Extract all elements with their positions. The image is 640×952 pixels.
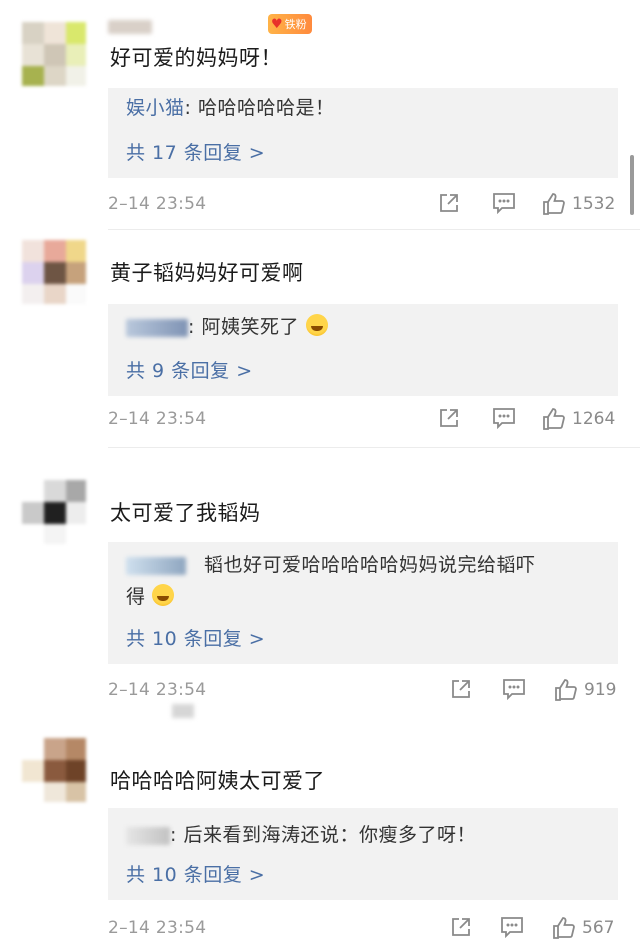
like-button[interactable]: 1264 <box>542 407 615 431</box>
avatar[interactable] <box>22 738 86 802</box>
like-count: 1532 <box>572 194 616 214</box>
timestamp: 2–14 23:54 <box>108 194 207 214</box>
comment-text: 好可爱的妈妈呀！ <box>110 46 282 70</box>
comment-meta: 2–14 23:54 1532 <box>108 190 620 220</box>
like-count: 567 <box>582 918 615 938</box>
reply-text: : 后来看到海涛还说：你瘦多了呀！ <box>170 824 476 846</box>
laughing-emoji-icon <box>305 314 328 336</box>
avatar[interactable] <box>22 240 86 304</box>
reply-line: 韬也好可爱哈哈哈哈哈妈妈说完给韬吓 <box>126 550 600 580</box>
share-icon <box>452 918 470 936</box>
like-button[interactable]: 1532 <box>542 192 615 216</box>
comment-icon <box>501 917 523 938</box>
reply-author-redacted[interactable] <box>126 556 186 575</box>
comment-text: 哈哈哈哈阿姨太可爱了 <box>110 769 325 793</box>
thumbs-up-icon <box>543 408 565 430</box>
comment-meta: 2–14 23:54 1264 <box>108 405 620 435</box>
reply-preview[interactable]: : 阿姨笑死了 共 9 条回复 > <box>108 304 618 396</box>
like-button[interactable]: 567 <box>552 916 614 940</box>
comment-item: 太可爱了我韬妈 韬也好可爱哈哈哈哈哈妈妈说完给韬吓 得 共 10 条回复 > 2… <box>0 448 640 720</box>
share-button[interactable] <box>450 916 472 938</box>
comment-button[interactable] <box>492 407 516 429</box>
timestamp: 2–14 23:54 <box>108 918 207 938</box>
reply-line: 娱小猫: 哈哈哈哈哈是！ <box>126 93 600 123</box>
share-button[interactable] <box>438 192 460 214</box>
timestamp: 2–14 23:54 <box>108 409 207 429</box>
comment-item: 黄子韬妈妈好可爱啊 : 阿姨笑死了 共 9 条回复 > 2–14 23:54 1… <box>0 230 640 448</box>
reply-text: : 哈哈哈哈哈是！ <box>184 97 335 119</box>
comment-button[interactable] <box>502 678 526 700</box>
laughing-emoji-icon <box>152 584 175 606</box>
reply-preview[interactable]: 韬也好可爱哈哈哈哈哈妈妈说完给韬吓 得 共 10 条回复 > <box>108 542 618 664</box>
comment-text: 黄子韬妈妈好可爱啊 <box>110 261 304 285</box>
comment-item: ♥ 铁粉 好可爱的妈妈呀！ 娱小猫: 哈哈哈哈哈是！ 共 17 条回复 > 2–… <box>0 0 640 230</box>
reply-author-redacted[interactable] <box>126 826 170 845</box>
scrollbar[interactable] <box>630 155 634 215</box>
avatar[interactable] <box>22 22 86 86</box>
like-button[interactable]: 919 <box>554 678 616 702</box>
comment-meta: 2–14 23:54 567 <box>108 914 620 944</box>
like-count: 1264 <box>572 409 616 429</box>
comment-icon <box>493 193 515 214</box>
reply-line: : 后来看到海涛还说：你瘦多了呀！ <box>126 820 600 850</box>
reply-preview[interactable]: 娱小猫: 哈哈哈哈哈是！ 共 17 条回复 > <box>108 88 618 178</box>
timestamp: 2–14 23:54 <box>108 680 207 700</box>
reply-author-redacted[interactable] <box>126 318 188 337</box>
like-count: 919 <box>584 680 617 700</box>
comment-button[interactable] <box>492 192 516 214</box>
reply-count-link[interactable]: 共 17 条回复 > <box>126 138 265 165</box>
username-redacted[interactable] <box>108 20 152 34</box>
fan-badge: ♥ 铁粉 <box>268 14 312 34</box>
comment-text: 太可爱了我韬妈 <box>110 501 261 525</box>
heart-icon: ♥ <box>271 16 283 32</box>
reply-preview[interactable]: : 后来看到海涛还说：你瘦多了呀！ 共 10 条回复 > <box>108 808 618 900</box>
reply-text: 韬也好可爱哈哈哈哈哈妈妈说完给韬吓 <box>204 554 536 576</box>
share-button[interactable] <box>450 678 472 700</box>
reply-line: : 阿姨笑死了 <box>126 312 600 342</box>
reply-count-link[interactable]: 共 10 条回复 > <box>126 624 265 651</box>
reply-line-wrap: 得 <box>126 582 600 612</box>
thumbs-up-icon <box>553 917 575 939</box>
comment-button[interactable] <box>500 916 524 938</box>
comment-icon <box>503 679 525 700</box>
comment-item: 哈哈哈哈阿姨太可爱了 : 后来看到海涛还说：你瘦多了呀！ 共 10 条回复 > … <box>0 720 640 952</box>
share-icon <box>452 680 470 698</box>
avatar[interactable] <box>22 480 86 544</box>
reply-text: : 阿姨笑死了 <box>188 316 299 338</box>
thumbs-up-icon <box>543 193 565 215</box>
redacted-artifact <box>172 704 194 718</box>
share-button[interactable] <box>438 407 460 429</box>
comment-meta: 2–14 23:54 919 <box>108 676 620 706</box>
comment-icon <box>493 408 515 429</box>
share-icon <box>440 409 458 427</box>
share-icon <box>440 194 458 212</box>
reply-text-cont: 得 <box>126 586 146 608</box>
reply-count-link[interactable]: 共 10 条回复 > <box>126 860 265 887</box>
reply-author[interactable]: 娱小猫 <box>126 97 185 119</box>
thumbs-up-icon <box>555 679 577 701</box>
reply-count-link[interactable]: 共 9 条回复 > <box>126 356 253 383</box>
